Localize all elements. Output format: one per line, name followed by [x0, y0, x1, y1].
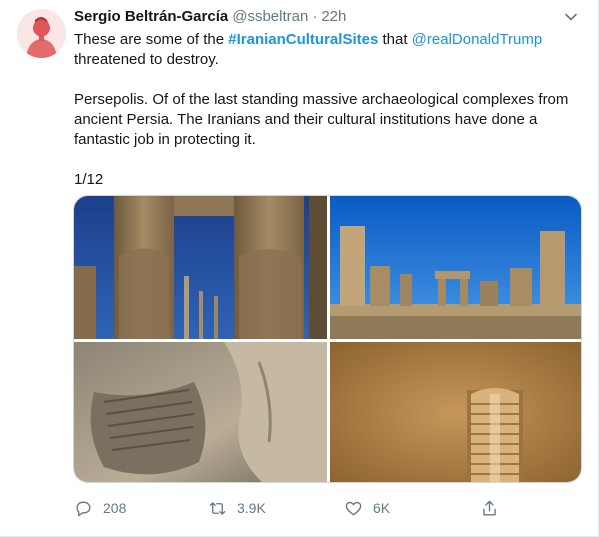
like-count: 6K: [373, 500, 391, 516]
photo-persepolis-ruins[interactable]: [330, 196, 581, 339]
photo-gate-of-nations[interactable]: [74, 196, 327, 339]
retweet-count: 3.9K: [237, 500, 266, 516]
chevron-down-icon[interactable]: [564, 10, 578, 24]
separator-dot: ·: [312, 8, 318, 25]
text-segment: that: [378, 31, 412, 48]
mention-link[interactable]: @realDonaldTrump: [412, 31, 543, 48]
tweet-card[interactable]: Sergio Beltrán-García @ssbeltran · 22h T…: [0, 0, 599, 537]
tweet-text: These are some of the #IranianCulturalSi…: [74, 30, 579, 190]
tweet-header: Sergio Beltrán-García @ssbeltran · 22h: [74, 8, 346, 28]
retweet-icon: [209, 501, 226, 515]
photo-doorway-stairs[interactable]: [330, 342, 581, 482]
author-handle[interactable]: @ssbeltran: [232, 8, 308, 25]
action-bar: 208 3.9K 6K: [74, 496, 504, 520]
share-button[interactable]: [480, 496, 509, 520]
tweet-paragraph-2: Persepolis. Of of the last standing mass…: [74, 91, 569, 148]
share-icon: [483, 500, 496, 516]
tweet-paragraph-1: These are some of the #IranianCulturalSi…: [74, 30, 579, 70]
photo-stone-relief[interactable]: [74, 342, 327, 482]
heart-icon: [345, 501, 362, 516]
media-grid: [73, 195, 582, 483]
avatar-image: [17, 9, 66, 58]
thread-counter: 1/12: [74, 171, 104, 188]
text-segment: These are some of the: [74, 31, 229, 48]
avatar[interactable]: [17, 9, 66, 58]
like-button[interactable]: 6K: [344, 496, 390, 520]
text-segment: threatened to destroy.: [74, 51, 219, 68]
author-name[interactable]: Sergio Beltrán-García: [74, 8, 228, 25]
reply-count: 208: [103, 500, 127, 516]
hashtag-link[interactable]: #IranianCulturalSites: [228, 31, 378, 48]
reply-button[interactable]: 208: [74, 496, 126, 520]
tweet-time[interactable]: 22h: [321, 8, 346, 25]
reply-icon: [76, 500, 91, 516]
retweet-button[interactable]: 3.9K: [208, 496, 266, 520]
